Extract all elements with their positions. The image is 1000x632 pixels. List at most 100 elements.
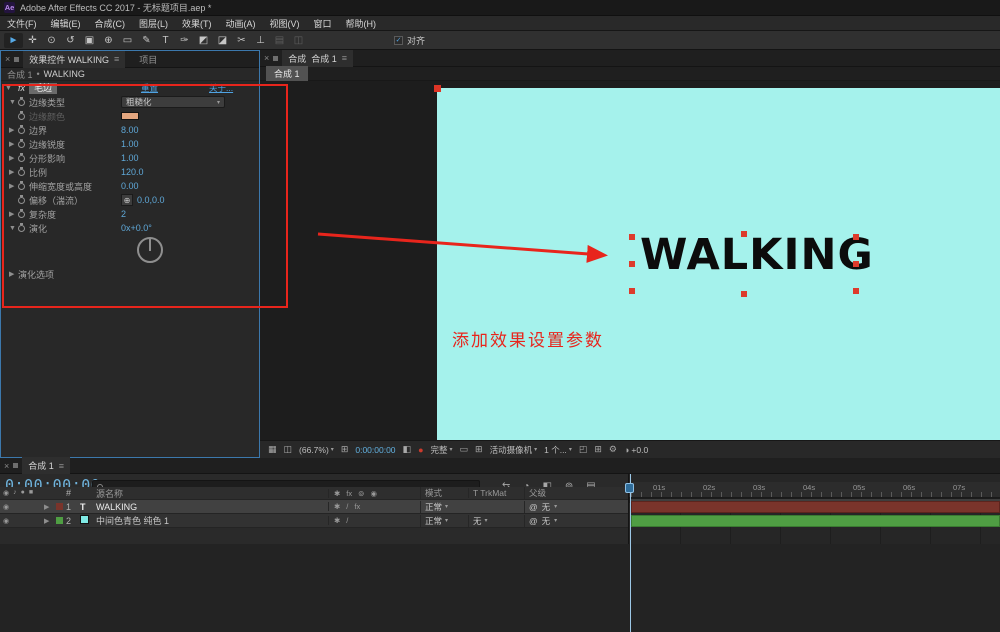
- mode-column-header[interactable]: 模式: [420, 487, 468, 499]
- eraser-tool-icon[interactable]: ◪: [213, 33, 232, 48]
- brush-tool-icon[interactable]: ✑: [175, 33, 194, 48]
- magnification-dropdown[interactable]: (66.7%) ▾: [299, 445, 334, 455]
- breadcrumb-comp[interactable]: 合成 1: [7, 68, 33, 81]
- snapshot-icon[interactable]: ◧: [403, 444, 412, 455]
- tab-timeline-comp[interactable]: 合成 1 ≡: [22, 457, 70, 474]
- camera-dropdown[interactable]: 活动摄像机 ▾: [490, 444, 538, 456]
- parent-dropdown[interactable]: @ 无 ▾: [524, 501, 628, 513]
- panel-menu-icon[interactable]: ≡: [59, 461, 64, 471]
- time-ruler[interactable]: 01s 02s 03s 04s 05s 06s 07s: [629, 482, 1000, 498]
- tab-effect-controls[interactable]: 效果控件 WALKING ≡: [23, 51, 125, 68]
- pan-behind-tool-icon[interactable]: ⊕: [99, 33, 118, 48]
- trkmat-dropdown[interactable]: 无 ▾: [468, 515, 524, 527]
- selection-handle[interactable]: [853, 234, 859, 240]
- pixel-aspect-icon[interactable]: ◰: [579, 444, 588, 455]
- type-tool-icon[interactable]: T: [156, 33, 175, 48]
- pickwhip-icon[interactable]: @: [529, 516, 538, 526]
- layer-name[interactable]: 中间色青色 纯色 1: [96, 514, 328, 527]
- close-icon[interactable]: ×: [5, 54, 10, 64]
- expand-twirl-icon[interactable]: ▶: [44, 517, 56, 525]
- snap-checkbox[interactable]: ✓: [394, 36, 403, 45]
- puppet-pin-tool-icon[interactable]: ⊥: [251, 33, 270, 48]
- timeline-graph-area[interactable]: 01s 02s 03s 04s 05s 06s 07s: [628, 474, 1000, 544]
- selection-handle[interactable]: [853, 261, 859, 267]
- shape-tool-icon[interactable]: ▭: [118, 33, 137, 48]
- region-of-interest-icon[interactable]: ▭: [460, 444, 469, 455]
- mode-dropdown[interactable]: 正常 ▾: [420, 515, 468, 527]
- menu-help[interactable]: 帮助(H): [339, 17, 384, 30]
- layer-duration-bar-walking[interactable]: [631, 501, 1000, 513]
- quality-icon[interactable]: ✱: [334, 516, 340, 525]
- selection-handle[interactable]: [629, 288, 635, 294]
- current-time-indicator-line[interactable]: [630, 474, 631, 632]
- selection-handle[interactable]: [741, 231, 747, 237]
- rotation-tool-icon[interactable]: ↺: [61, 33, 80, 48]
- clone-stamp-tool-icon[interactable]: ◩: [194, 33, 213, 48]
- composition-canvas[interactable]: WALKING: [437, 88, 1000, 440]
- menu-animation[interactable]: 动画(A): [219, 17, 263, 30]
- layer-duration-bar-solid[interactable]: [631, 515, 1000, 527]
- mode-dropdown[interactable]: 正常 ▾: [420, 501, 468, 513]
- selection-handle[interactable]: [741, 291, 747, 297]
- hand-tool-icon[interactable]: ✛: [23, 33, 42, 48]
- resolution-dropdown[interactable]: 完整 ▾: [431, 444, 453, 456]
- preview-timecode[interactable]: 0:00:00:00: [355, 445, 395, 455]
- layer-name[interactable]: WALKING: [96, 502, 328, 512]
- selection-handle[interactable]: [629, 261, 635, 267]
- source-name-column-header[interactable]: 源名称: [96, 487, 328, 500]
- zoom-tool-icon[interactable]: ⊙: [42, 33, 61, 48]
- safe-zones-icon[interactable]: ⊞: [341, 444, 349, 455]
- menu-view[interactable]: 视图(V): [263, 17, 307, 30]
- panel-lock-icon[interactable]: [14, 57, 19, 62]
- eye-icon[interactable]: ◉: [3, 503, 9, 511]
- menu-layer[interactable]: 图层(L): [132, 17, 175, 30]
- monitor-icon[interactable]: ◫: [284, 444, 293, 455]
- panel-menu-icon[interactable]: ≡: [114, 54, 119, 64]
- selection-handle[interactable]: [853, 288, 859, 294]
- panel-menu-icon[interactable]: ≡: [342, 53, 347, 63]
- roto-brush-tool-icon[interactable]: ✂: [232, 33, 251, 48]
- eye-icon[interactable]: ◉: [3, 517, 9, 525]
- label-chip[interactable]: [56, 502, 66, 512]
- fast-preview-icon[interactable]: ⊞: [594, 444, 602, 455]
- selection-tool-icon[interactable]: ►: [4, 33, 23, 48]
- pen-tool-icon[interactable]: ✎: [137, 33, 156, 48]
- transparency-grid-icon[interactable]: ⊞: [475, 444, 483, 455]
- menu-window[interactable]: 窗口: [307, 17, 339, 30]
- gear-icon[interactable]: ⚙: [609, 444, 617, 455]
- tab-composition[interactable]: 合成 合成 1 ≡: [282, 50, 353, 67]
- exposure-control[interactable]: ◑ +0.0: [624, 445, 648, 455]
- parent-dropdown[interactable]: @ 无 ▾: [524, 515, 628, 527]
- mode-value: 正常: [425, 501, 442, 513]
- panel-lock-icon[interactable]: [273, 56, 278, 61]
- active-comp-chip[interactable]: 合成 1: [266, 66, 308, 81]
- view-layout-dropdown[interactable]: 1 个... ▾: [544, 444, 572, 456]
- parent-column-header[interactable]: 父级: [524, 487, 628, 499]
- tab-project[interactable]: 项目: [129, 53, 167, 66]
- selection-handle[interactable]: [629, 234, 635, 240]
- layer-row-solid[interactable]: ◉ ▶ 2 中间色青色 纯色 1 ✱ / 正常 ▾ 无 ▾ @ 无 ▾: [0, 514, 628, 528]
- close-icon[interactable]: ×: [4, 461, 9, 471]
- show-channel-icon[interactable]: ●: [418, 445, 423, 455]
- menu-file[interactable]: 文件(F): [0, 17, 44, 30]
- panel-lock-icon[interactable]: [13, 463, 18, 468]
- view-grid-icon[interactable]: ▦: [268, 444, 277, 455]
- walking-text-layer[interactable]: WALKING: [640, 230, 874, 280]
- slash-icon[interactable]: /: [346, 516, 348, 525]
- close-icon[interactable]: ×: [264, 53, 269, 63]
- menu-composition[interactable]: 合成(C): [88, 17, 133, 30]
- pickwhip-icon[interactable]: @: [529, 502, 538, 512]
- composition-viewer[interactable]: WALKING: [260, 81, 1000, 440]
- slash-icon[interactable]: /: [346, 502, 348, 511]
- resolution-value: 完整: [431, 444, 448, 456]
- current-time-indicator-handle[interactable]: [625, 483, 634, 493]
- trkmat-column-header[interactable]: T TrkMat: [468, 488, 524, 498]
- label-chip[interactable]: [56, 516, 66, 526]
- menu-effect[interactable]: 效果(T): [175, 17, 219, 30]
- fx-icon[interactable]: fx: [354, 502, 360, 511]
- layer-row-walking[interactable]: ◉ ▶ 1 T WALKING ✱ / fx 正常 ▾ @ 无 ▾: [0, 500, 628, 514]
- camera-tool-icon[interactable]: ▣: [80, 33, 99, 48]
- quality-icon[interactable]: ✱: [334, 502, 340, 511]
- expand-twirl-icon[interactable]: ▶: [44, 503, 56, 511]
- menu-edit[interactable]: 编辑(E): [44, 17, 88, 30]
